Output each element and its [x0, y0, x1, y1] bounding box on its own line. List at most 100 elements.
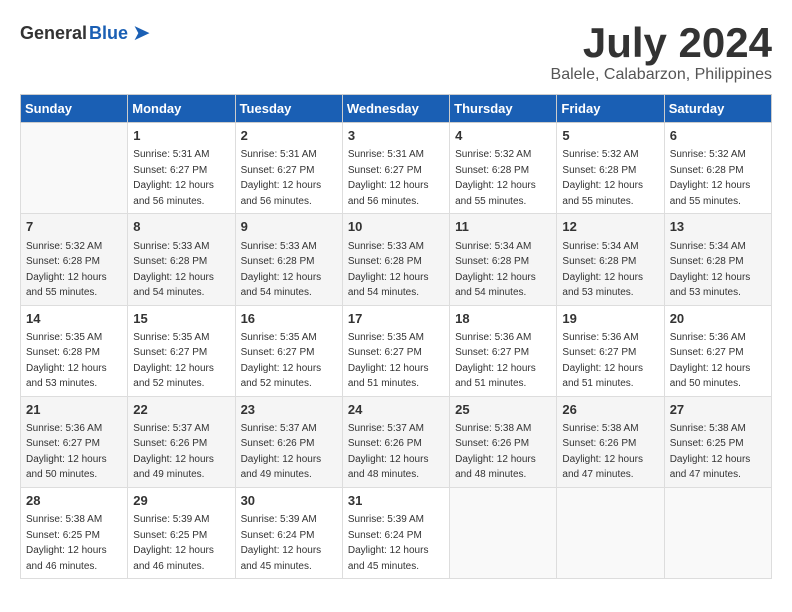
day-number: 20 [670, 310, 766, 328]
day-info: Sunrise: 5:34 AM Sunset: 6:28 PM Dayligh… [670, 241, 751, 299]
calendar-cell: 20 Sunrise: 5:36 AM Sunset: 6:27 PM Dayli… [664, 305, 771, 396]
calendar-table: SundayMondayTuesdayWednesdayThursdayFrid… [20, 94, 772, 579]
calendar-cell [664, 487, 771, 578]
calendar-cell [557, 487, 664, 578]
day-number: 17 [348, 310, 444, 328]
day-number: 2 [241, 127, 337, 145]
calendar-cell: 11 Sunrise: 5:34 AM Sunset: 6:28 PM Dayli… [450, 214, 557, 305]
calendar-cell: 8 Sunrise: 5:33 AM Sunset: 6:28 PM Daylig… [128, 214, 235, 305]
calendar-cell: 18Sunrise: 5:36 AM Sunset: 6:27 PM Dayli… [450, 305, 557, 396]
day-number: 31 [348, 492, 444, 510]
calendar-cell: 9 Sunrise: 5:33 AM Sunset: 6:28 PM Daylig… [235, 214, 342, 305]
calendar-subtitle: Balele, Calabarzon, Philippines [551, 66, 772, 84]
day-info: Sunrise: 5:38 AM Sunset: 6:25 PM Dayligh… [670, 423, 751, 481]
calendar-cell: 7Sunrise: 5:32 AM Sunset: 6:28 PM Daylig… [21, 214, 128, 305]
day-info: Sunrise: 5:36 AM Sunset: 6:27 PM Dayligh… [670, 332, 751, 390]
day-info: Sunrise: 5:37 AM Sunset: 6:26 PM Dayligh… [133, 423, 214, 481]
title-block: July 2024 Balele, Calabarzon, Philippine… [551, 20, 772, 84]
calendar-cell: 4 Sunrise: 5:32 AM Sunset: 6:28 PM Daylig… [450, 123, 557, 214]
day-number: 28 [26, 492, 122, 510]
calendar-cell: 29Sunrise: 5:39 AM Sunset: 6:25 PM Dayli… [128, 487, 235, 578]
logo-bird-icon: ➤ [132, 20, 150, 46]
day-info: Sunrise: 5:39 AM Sunset: 6:24 PM Dayligh… [348, 514, 429, 572]
day-info: Sunrise: 5:33 AM Sunset: 6:28 PM Dayligh… [133, 241, 214, 299]
calendar-cell: 17Sunrise: 5:35 AM Sunset: 6:27 PM Dayli… [342, 305, 449, 396]
column-header-wednesday: Wednesday [342, 95, 449, 123]
column-header-thursday: Thursday [450, 95, 557, 123]
day-number: 30 [241, 492, 337, 510]
day-number: 10 [348, 218, 444, 236]
calendar-cell: 31 Sunrise: 5:39 AM Sunset: 6:24 PM Dayli… [342, 487, 449, 578]
column-header-tuesday: Tuesday [235, 95, 342, 123]
day-info: Sunrise: 5:37 AM Sunset: 6:26 PM Dayligh… [241, 423, 322, 481]
day-info: Sunrise: 5:36 AM Sunset: 6:27 PM Dayligh… [562, 332, 643, 390]
day-info: Sunrise: 5:34 AM Sunset: 6:28 PM Dayligh… [455, 241, 536, 299]
calendar-cell: 16 Sunrise: 5:35 AM Sunset: 6:27 PM Dayli… [235, 305, 342, 396]
column-header-monday: Monday [128, 95, 235, 123]
day-number: 5 [562, 127, 658, 145]
calendar-week-row: 21 Sunrise: 5:36 AM Sunset: 6:27 PM Dayli… [21, 396, 772, 487]
calendar-title: July 2024 [551, 20, 772, 66]
calendar-cell: 12Sunrise: 5:34 AM Sunset: 6:28 PM Dayli… [557, 214, 664, 305]
day-info: Sunrise: 5:36 AM Sunset: 6:27 PM Dayligh… [455, 332, 536, 390]
calendar-cell: 13 Sunrise: 5:34 AM Sunset: 6:28 PM Dayli… [664, 214, 771, 305]
calendar-cell: 1 Sunrise: 5:31 AM Sunset: 6:27 PM Daylig… [128, 123, 235, 214]
calendar-cell: 26 Sunrise: 5:38 AM Sunset: 6:26 PM Dayli… [557, 396, 664, 487]
calendar-week-row: 7Sunrise: 5:32 AM Sunset: 6:28 PM Daylig… [21, 214, 772, 305]
day-number: 6 [670, 127, 766, 145]
calendar-cell: 2 Sunrise: 5:31 AM Sunset: 6:27 PM Daylig… [235, 123, 342, 214]
calendar-cell: 22 Sunrise: 5:37 AM Sunset: 6:26 PM Dayli… [128, 396, 235, 487]
day-info: Sunrise: 5:32 AM Sunset: 6:28 PM Dayligh… [670, 149, 751, 207]
day-info: Sunrise: 5:39 AM Sunset: 6:25 PM Dayligh… [133, 514, 214, 572]
calendar-cell: 10 Sunrise: 5:33 AM Sunset: 6:28 PM Dayli… [342, 214, 449, 305]
calendar-cell [21, 123, 128, 214]
day-info: Sunrise: 5:35 AM Sunset: 6:28 PM Dayligh… [26, 332, 107, 390]
day-number: 9 [241, 218, 337, 236]
calendar-cell: 21 Sunrise: 5:36 AM Sunset: 6:27 PM Dayli… [21, 396, 128, 487]
day-info: Sunrise: 5:36 AM Sunset: 6:27 PM Dayligh… [26, 423, 107, 481]
day-info: Sunrise: 5:34 AM Sunset: 6:28 PM Dayligh… [562, 241, 643, 299]
logo-blue-text: Blue [89, 23, 128, 44]
day-info: Sunrise: 5:32 AM Sunset: 6:28 PM Dayligh… [562, 149, 643, 207]
day-info: Sunrise: 5:32 AM Sunset: 6:28 PM Dayligh… [455, 149, 536, 207]
day-number: 27 [670, 401, 766, 419]
day-info: Sunrise: 5:35 AM Sunset: 6:27 PM Dayligh… [241, 332, 322, 390]
day-info: Sunrise: 5:37 AM Sunset: 6:26 PM Dayligh… [348, 423, 429, 481]
day-info: Sunrise: 5:38 AM Sunset: 6:25 PM Dayligh… [26, 514, 107, 572]
day-info: Sunrise: 5:35 AM Sunset: 6:27 PM Dayligh… [133, 332, 214, 390]
day-info: Sunrise: 5:38 AM Sunset: 6:26 PM Dayligh… [562, 423, 643, 481]
column-header-sunday: Sunday [21, 95, 128, 123]
day-info: Sunrise: 5:32 AM Sunset: 6:28 PM Dayligh… [26, 241, 107, 299]
day-number: 14 [26, 310, 122, 328]
calendar-cell: 6 Sunrise: 5:32 AM Sunset: 6:28 PM Daylig… [664, 123, 771, 214]
calendar-cell: 3Sunrise: 5:31 AM Sunset: 6:27 PM Daylig… [342, 123, 449, 214]
day-info: Sunrise: 5:33 AM Sunset: 6:28 PM Dayligh… [241, 241, 322, 299]
day-number: 13 [670, 218, 766, 236]
calendar-cell: 25Sunrise: 5:38 AM Sunset: 6:26 PM Dayli… [450, 396, 557, 487]
day-number: 16 [241, 310, 337, 328]
calendar-cell: 28 Sunrise: 5:38 AM Sunset: 6:25 PM Dayli… [21, 487, 128, 578]
calendar-cell: 15Sunrise: 5:35 AM Sunset: 6:27 PM Dayli… [128, 305, 235, 396]
calendar-header-row: SundayMondayTuesdayWednesdayThursdayFrid… [21, 95, 772, 123]
day-number: 8 [133, 218, 229, 236]
day-info: Sunrise: 5:33 AM Sunset: 6:28 PM Dayligh… [348, 241, 429, 299]
calendar-cell: 23Sunrise: 5:37 AM Sunset: 6:26 PM Dayli… [235, 396, 342, 487]
day-info: Sunrise: 5:39 AM Sunset: 6:24 PM Dayligh… [241, 514, 322, 572]
column-header-saturday: Saturday [664, 95, 771, 123]
calendar-cell: 24Sunrise: 5:37 AM Sunset: 6:26 PM Dayli… [342, 396, 449, 487]
calendar-cell [450, 487, 557, 578]
day-number: 11 [455, 218, 551, 236]
day-number: 22 [133, 401, 229, 419]
day-number: 19 [562, 310, 658, 328]
day-number: 4 [455, 127, 551, 145]
calendar-cell: 5 Sunrise: 5:32 AM Sunset: 6:28 PM Daylig… [557, 123, 664, 214]
day-number: 21 [26, 401, 122, 419]
calendar-cell: 19 Sunrise: 5:36 AM Sunset: 6:27 PM Dayli… [557, 305, 664, 396]
day-number: 26 [562, 401, 658, 419]
day-info: Sunrise: 5:31 AM Sunset: 6:27 PM Dayligh… [348, 149, 429, 207]
logo: General Blue ➤ [20, 20, 151, 46]
day-number: 1 [133, 127, 229, 145]
day-info: Sunrise: 5:31 AM Sunset: 6:27 PM Dayligh… [133, 149, 214, 207]
day-info: Sunrise: 5:31 AM Sunset: 6:27 PM Dayligh… [241, 149, 322, 207]
day-number: 25 [455, 401, 551, 419]
